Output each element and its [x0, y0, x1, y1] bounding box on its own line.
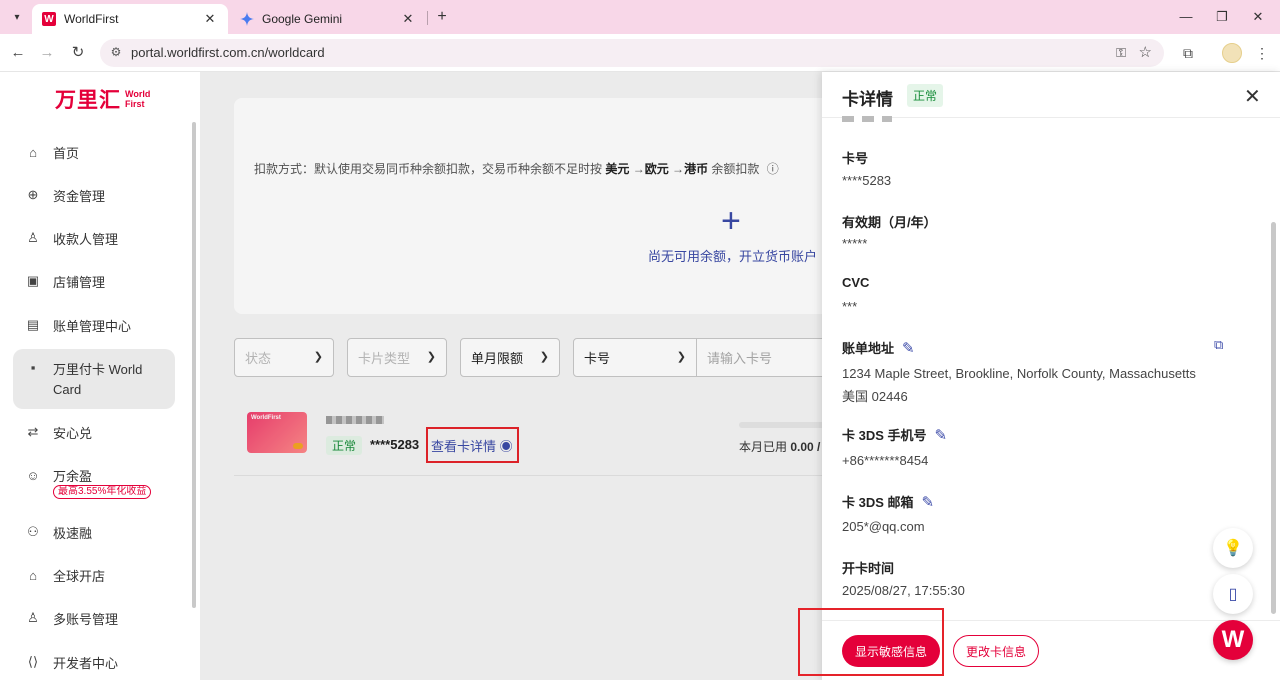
browser-tab-bar: ▾ W WorldFirst ✕ Google Gemini ✕ + — ❐ ✕	[0, 0, 1280, 34]
browser-menu-icon[interactable]: ⋮	[1252, 43, 1272, 63]
sidebar-item-exchange[interactable]: ⇄ 安心兑	[13, 415, 175, 449]
status-badge: 正常	[907, 84, 944, 107]
restore-icon[interactable]: ❐	[1212, 8, 1232, 26]
card-icon: ▪	[30, 360, 36, 375]
forward-arrow-icon[interactable]: →	[37, 43, 57, 63]
global-store-icon: ⌂	[29, 567, 37, 583]
sidebar: 万里汇 World First ⌂ 首页 ⊕ 资金管理 ♙ 收款人管理 ▣ 店铺管…	[0, 72, 200, 680]
user-icon: ♙	[27, 230, 39, 245]
sidebar-scrollbar[interactable]	[192, 122, 196, 608]
close-icon[interactable]: ✕	[400, 11, 416, 27]
minimize-icon[interactable]: —	[1176, 8, 1196, 26]
copy-icon[interactable]: ⧉	[1214, 337, 1223, 353]
sidebar-item-stores[interactable]: ▣ 店铺管理	[13, 264, 175, 298]
3ds-email-label: 卡 3DS 邮箱 ✎	[842, 493, 935, 511]
tab-title: WorldFirst	[64, 12, 119, 26]
new-tab-plus-icon[interactable]: +	[433, 8, 451, 26]
card-number-label: 卡号	[842, 151, 869, 166]
cvc-label: CVC	[842, 275, 870, 290]
change-card-info-button[interactable]: 更改卡信息	[953, 635, 1039, 667]
exchange-icon: ⇄	[27, 424, 39, 439]
worldfirst-logo[interactable]: 万里汇 World First	[55, 84, 150, 114]
card-number-value: ****5283	[842, 173, 892, 188]
sidebar-item-world-card[interactable]: ▪ 万里付卡 World Card	[13, 349, 175, 409]
bill-icon: ▤	[26, 317, 40, 332]
sidebar-item-multi-account[interactable]: ♙ 多账号管理	[13, 601, 175, 635]
card-details-drawer: 卡详情 正常 ✕ 卡号 ****5283 有效期（月/年） ***** CVC …	[822, 72, 1280, 680]
drawer-title: 卡详情	[842, 90, 893, 109]
tab-google-gemini[interactable]: Google Gemini ✕	[230, 4, 426, 34]
gemini-sparkle-icon	[240, 12, 254, 26]
dev-icon: ⟨⟩	[27, 654, 39, 669]
password-key-icon[interactable]: ⚿	[1116, 45, 1126, 61]
profile-avatar[interactable]	[1222, 43, 1242, 63]
sidebar-item-funds[interactable]: ⊕ 资金管理	[13, 178, 175, 212]
highlight-box	[798, 608, 944, 676]
expiry-label: 有效期（月/年）	[842, 215, 937, 230]
cvc-value: ***	[842, 299, 858, 314]
yield-badge: 最高3.55%年化收益	[53, 485, 152, 499]
drawer-header: 卡详情 正常 ✕	[822, 72, 1280, 118]
store-icon: ▣	[26, 273, 40, 288]
masked-text	[842, 116, 892, 122]
billing-address-line2: 美国 02446	[842, 389, 908, 404]
sidebar-item-global-store[interactable]: ⌂ 全球开店	[13, 558, 175, 592]
edit-pencil-icon[interactable]: ✎	[935, 426, 948, 444]
close-icon[interactable]: ✕	[202, 11, 218, 27]
3ds-phone-label: 卡 3DS 手机号 ✎	[842, 426, 948, 444]
3ds-email-value: 205*@qq.com	[842, 519, 925, 534]
funds-icon: ⊕	[27, 187, 39, 202]
lightbulb-icon[interactable]: 💡	[1213, 528, 1253, 568]
url-text: portal.worldfirst.com.cn/worldcard	[131, 45, 325, 60]
tab-title: Google Gemini	[262, 12, 343, 26]
tab-worldfirst[interactable]: W WorldFirst ✕	[32, 4, 228, 34]
sidebar-item-bills[interactable]: ▤ 账单管理中心	[13, 308, 175, 342]
billing-address-line1: 1234 Maple Street, Brookline, Norfolk Co…	[842, 366, 1196, 381]
sidebar-item-financing[interactable]: ⚇ 极速融	[13, 515, 175, 549]
bookmark-star-icon[interactable]: ☆	[1139, 43, 1152, 61]
edit-pencil-icon[interactable]: ✎	[922, 493, 935, 511]
extensions-puzzle-icon[interactable]: ⧉	[1178, 43, 1198, 63]
close-icon[interactable]: ✕	[1244, 84, 1261, 109]
smile-icon: ☺	[26, 467, 40, 483]
home-icon: ⌂	[29, 144, 37, 160]
reload-icon[interactable]: ↻	[68, 43, 88, 63]
expiry-value: *****	[842, 236, 868, 251]
edit-pencil-icon[interactable]: ✎	[902, 339, 915, 357]
sidebar-item-payees[interactable]: ♙ 收款人管理	[13, 221, 175, 255]
sidebar-item-developer[interactable]: ⟨⟩ 开发者中心	[13, 645, 175, 679]
browser-toolbar: ← → ↻ ⚙ portal.worldfirst.com.cn/worldca…	[0, 34, 1280, 72]
site-info-icon[interactable]: ⚙	[108, 45, 124, 61]
worldfirst-assistant-button[interactable]: W	[1213, 620, 1253, 660]
multi-user-icon: ♙	[27, 610, 39, 625]
drawer-scrollbar[interactable]	[1271, 222, 1276, 614]
3ds-phone-value: +86*******8454	[842, 453, 929, 468]
address-bar[interactable]: ⚙ portal.worldfirst.com.cn/worldcard ⚿ ☆	[100, 39, 1164, 67]
billing-address-label: 账单地址 ✎	[842, 339, 915, 357]
card-open-time-label: 开卡时间	[842, 561, 895, 576]
window-close-icon[interactable]: ✕	[1248, 8, 1268, 26]
worldfirst-favicon-icon: W	[42, 12, 56, 26]
back-arrow-icon[interactable]: ←	[8, 43, 28, 63]
sidebar-item-home[interactable]: ⌂ 首页	[13, 135, 175, 169]
mobile-phone-icon[interactable]: ▯	[1213, 574, 1253, 614]
tab-separator	[427, 11, 428, 25]
modal-overlay[interactable]	[200, 72, 822, 680]
card-open-time-value: 2025/08/27, 17:55:30	[842, 583, 965, 598]
tab-search-chevron-icon[interactable]: ▾	[6, 7, 28, 27]
finance-icon: ⚇	[27, 524, 39, 539]
